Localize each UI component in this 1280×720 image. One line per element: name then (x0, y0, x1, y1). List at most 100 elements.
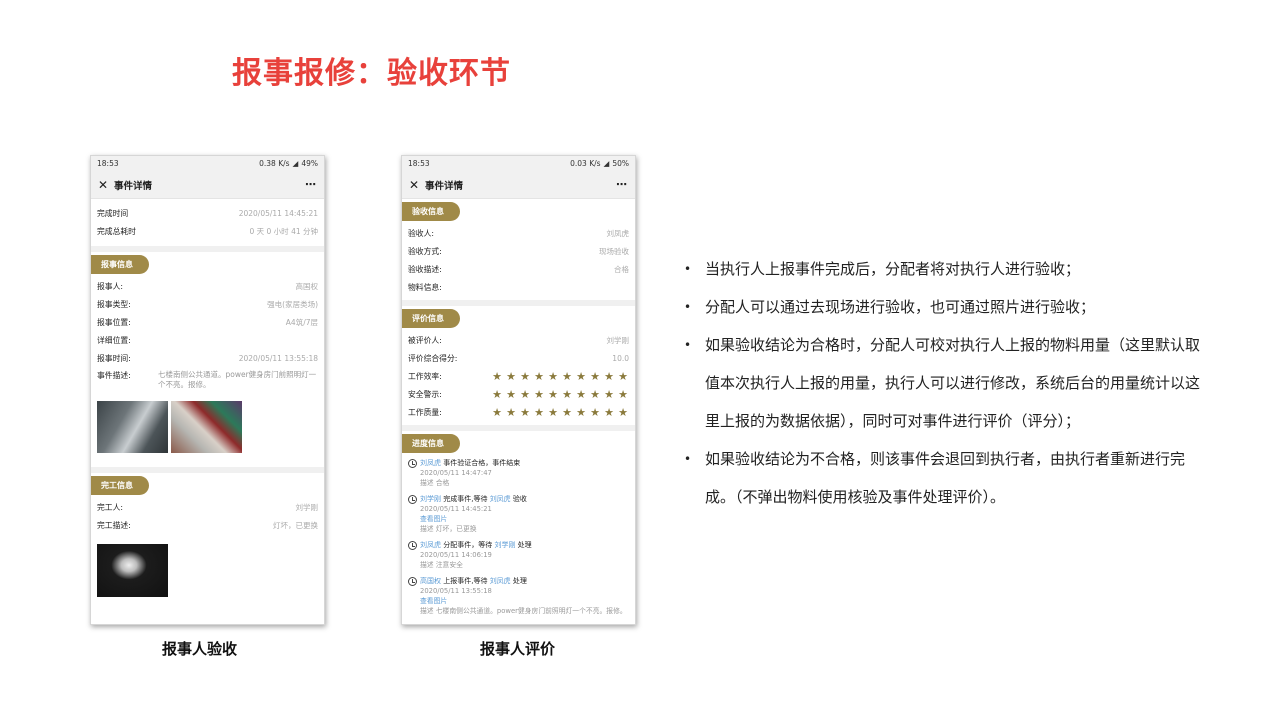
info-row: 物料信息: (408, 282, 442, 292)
status-bar: 18:53 0.38 K/s ◢ 49% (91, 156, 324, 171)
timeline-item: 刘学刚 完成事件,等待 刘凤虎 验收 2020/05/11 14:45:21 查… (402, 492, 635, 538)
info-row: 完工人: 刘学刚 (97, 502, 318, 512)
divider (91, 467, 324, 473)
star-rating[interactable]: ★ ★ ★ ★ ★ ★ ★ ★ ★ ★ (491, 371, 629, 382)
timeline-item: 刘凤虎 事件验证合格，事件结束 2020/05/11 14:47:47 描述 合… (402, 456, 635, 492)
clock-icon (408, 576, 417, 586)
star-rating[interactable]: ★ ★ ★ ★ ★ ★ ★ ★ ★ ★ (491, 389, 629, 400)
star-icon[interactable]: ★ (589, 407, 601, 418)
bullet-icon: • (684, 338, 692, 352)
star-icon[interactable]: ★ (603, 389, 615, 400)
star-icon[interactable]: ★ (617, 389, 629, 400)
timeline-item: 刘凤虎 分配事件，等待 刘学刚 处理 2020/05/11 14:06:19 描… (402, 538, 635, 574)
star-icon[interactable]: ★ (547, 407, 559, 418)
battery-level: 50% (612, 159, 629, 168)
star-icon[interactable]: ★ (617, 371, 629, 382)
star-icon[interactable]: ★ (533, 371, 545, 382)
bullet-icon: • (684, 452, 692, 466)
star-icon[interactable]: ★ (491, 371, 503, 382)
star-icon[interactable]: ★ (547, 371, 559, 382)
info-row: 详细位置: (97, 335, 131, 345)
app-title: 事件详情 (114, 180, 153, 192)
info-row: 被评价人: 刘学刚 (408, 335, 629, 345)
clock-icon (408, 458, 417, 468)
bullet-item: • 分配人可以通过去现场进行验收，也可通过照片进行验收； (684, 288, 1214, 326)
slide-title: 报事报修：验收环节 (232, 56, 511, 91)
star-icon[interactable]: ★ (575, 389, 587, 400)
star-icon[interactable]: ★ (533, 407, 545, 418)
info-row: 报事位置: A4筑/7层 (97, 317, 318, 327)
report-photo[interactable] (97, 401, 168, 453)
close-icon[interactable]: ✕ (409, 178, 425, 192)
info-row: 评价综合得分: 10.0 (408, 353, 629, 363)
app-bar: ✕ 事件详情 ⋯ (91, 171, 324, 199)
view-photo-link[interactable]: 查看图片 (408, 514, 629, 524)
star-icon[interactable]: ★ (547, 389, 559, 400)
network-speed: 0.38 K/s (259, 159, 290, 168)
star-icon[interactable]: ★ (589, 389, 601, 400)
section-header-eval: 评价信息 (402, 309, 460, 328)
finish-photo[interactable] (97, 544, 168, 597)
bullet-item: • 当执行人上报事件完成后，分配者将对执行人进行验收； (684, 250, 1214, 288)
status-time: 18:53 (97, 159, 119, 168)
bullet-icon: • (684, 300, 692, 314)
star-icon[interactable]: ★ (575, 371, 587, 382)
info-row: 报事类型: 强电(家居类场) (97, 299, 318, 309)
star-icon[interactable]: ★ (491, 389, 503, 400)
star-icon[interactable]: ★ (505, 371, 517, 382)
bullet-list: • 当执行人上报事件完成后，分配者将对执行人进行验收； • 分配人可以通过去现场… (684, 250, 1214, 516)
star-icon[interactable]: ★ (617, 407, 629, 418)
info-row: 报事时间: 2020/05/11 13:55:18 (97, 353, 318, 363)
app-bar: ✕ 事件详情 ⋯ (402, 171, 635, 199)
info-row: 完工描述: 灯坏，已更换 (97, 520, 318, 530)
rating-row: 工作质量: ★ ★ ★ ★ ★ ★ ★ ★ ★ ★ (408, 405, 629, 419)
clock-icon (408, 494, 417, 504)
description-row: 事件描述: 七楼南侧公共通道。power健身房门前照明灯一个不亮。报修。 (97, 370, 317, 389)
caption-evaluation: 报事人评价 (480, 640, 556, 658)
star-icon[interactable]: ★ (603, 407, 615, 418)
app-title: 事件详情 (425, 180, 464, 192)
divider (91, 246, 324, 252)
timeline-item: 高国权 上报事件,等待 刘凤虎 处理 2020/05/11 13:55:18 查… (402, 574, 635, 620)
star-icon[interactable]: ★ (561, 407, 573, 418)
rating-row: 工作效率: ★ ★ ★ ★ ★ ★ ★ ★ ★ ★ (408, 369, 629, 383)
section-header-finish: 完工信息 (91, 476, 149, 495)
star-icon[interactable]: ★ (561, 371, 573, 382)
view-photo-link[interactable]: 查看图片 (408, 596, 629, 606)
star-rating[interactable]: ★ ★ ★ ★ ★ ★ ★ ★ ★ ★ (491, 407, 629, 418)
info-row: 完成总耗时 0 天 0 小时 41 分钟 (97, 226, 318, 236)
close-icon[interactable]: ✕ (98, 178, 114, 192)
divider (402, 300, 635, 306)
status-bar: 18:53 0.03 K/s ◢ 50% (402, 156, 635, 171)
star-icon[interactable]: ★ (561, 389, 573, 400)
signal-icon: ◢ (292, 159, 299, 168)
caption-acceptance: 报事人验收 (162, 640, 238, 658)
star-icon[interactable]: ★ (519, 371, 531, 382)
star-icon[interactable]: ★ (519, 407, 531, 418)
star-icon[interactable]: ★ (491, 407, 503, 418)
phone-screenshot-evaluation: 18:53 0.03 K/s ◢ 50% ✕ 事件详情 ⋯ 验收信息 验收人: … (401, 155, 636, 625)
clock-icon (408, 540, 417, 550)
star-icon[interactable]: ★ (603, 371, 615, 382)
rating-row: 安全警示: ★ ★ ★ ★ ★ ★ ★ ★ ★ ★ (408, 387, 629, 401)
info-row: 验收方式: 现场验收 (408, 246, 629, 256)
more-menu-icon[interactable]: ⋯ (305, 178, 317, 191)
section-header-report: 报事信息 (91, 255, 149, 274)
status-time: 18:53 (408, 159, 430, 168)
divider (402, 425, 635, 431)
report-photos (91, 393, 324, 461)
section-header-progress: 进度信息 (402, 434, 460, 453)
section-header-accept: 验收信息 (402, 202, 460, 221)
star-icon[interactable]: ★ (519, 389, 531, 400)
star-icon[interactable]: ★ (505, 389, 517, 400)
star-icon[interactable]: ★ (589, 371, 601, 382)
signal-icon: ◢ (603, 159, 610, 168)
more-menu-icon[interactable]: ⋯ (616, 178, 628, 191)
star-icon[interactable]: ★ (533, 389, 545, 400)
bullet-item: • 如果验收结论为合格时，分配人可校对执行人上报的物料用量（这里默认取值本次执行… (684, 326, 1214, 440)
star-icon[interactable]: ★ (575, 407, 587, 418)
report-photo[interactable] (171, 401, 242, 453)
star-icon[interactable]: ★ (505, 407, 517, 418)
battery-level: 49% (301, 159, 318, 168)
info-row: 验收人: 刘凤虎 (408, 228, 629, 238)
